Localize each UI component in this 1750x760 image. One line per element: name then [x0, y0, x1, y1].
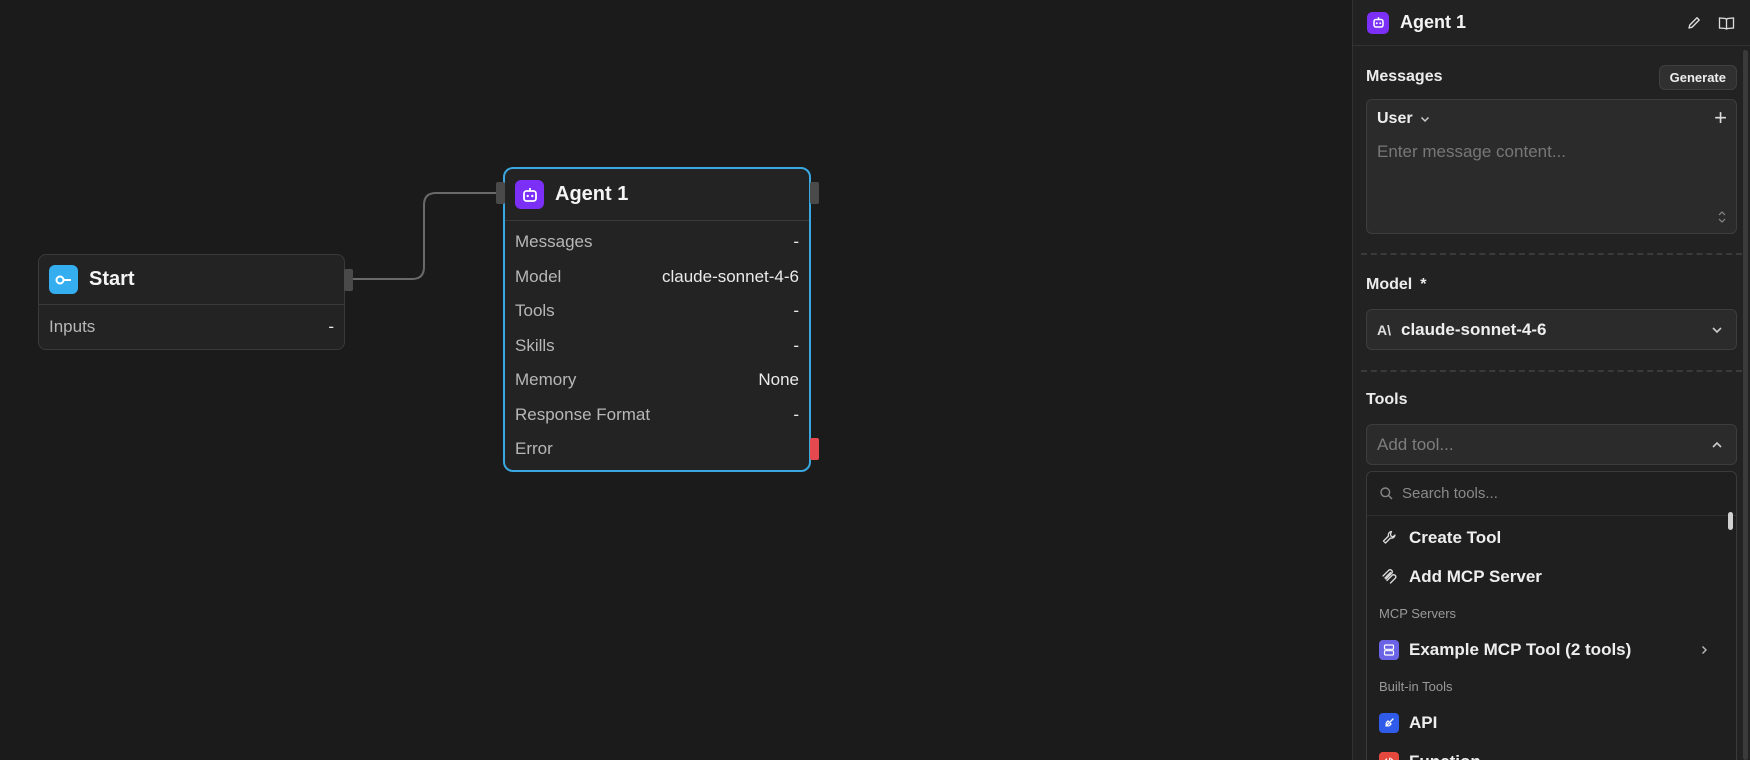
- pencil-icon[interactable]: [1684, 13, 1704, 33]
- anthropic-logo-icon: A\: [1377, 321, 1391, 338]
- model-label: Model: [1366, 276, 1413, 293]
- row-label: Response Format: [515, 404, 651, 424]
- add-tool-placeholder: Add tool...: [1377, 434, 1454, 454]
- tools-header: Tools: [1366, 386, 1737, 414]
- mcp-server-label: Example MCP Tool (2 tools): [1409, 639, 1632, 659]
- search-tools-input[interactable]: Search tools...: [1402, 485, 1498, 502]
- mcp-servers-group-label: MCP Servers: [1379, 605, 1457, 621]
- row-label: Tools: [515, 301, 555, 321]
- mcp-server-item[interactable]: Example MCP Tool (2 tools): [1367, 630, 1736, 669]
- row-label: Inputs: [49, 317, 96, 336]
- start-node-header: Start: [39, 255, 344, 305]
- row-value: -: [793, 404, 799, 424]
- messages-label: Messages: [1366, 68, 1443, 85]
- add-mcp-server-label: Add MCP Server: [1409, 566, 1542, 586]
- agent-node-header: Agent 1: [505, 169, 809, 221]
- model-header: Model *: [1366, 271, 1737, 299]
- edge-start-to-agent[interactable]: [352, 192, 496, 280]
- row-value: -: [793, 301, 799, 321]
- role-label: User: [1377, 110, 1413, 127]
- row-value: -: [793, 335, 799, 355]
- required-mark: *: [1420, 276, 1427, 293]
- row-value: claude-sonnet-4-6: [661, 266, 799, 286]
- agent-row-tools: Tools -: [505, 294, 809, 329]
- function-tool-item[interactable]: Function: [1367, 742, 1736, 760]
- generate-button[interactable]: Generate: [1658, 64, 1737, 90]
- chevron-down-icon: [1420, 116, 1429, 123]
- api-tool-label: API: [1409, 712, 1438, 732]
- code-icon: [1379, 751, 1399, 760]
- tools-label: Tools: [1366, 391, 1408, 408]
- model-value: claude-sonnet-4-6: [1401, 319, 1547, 339]
- chevron-right-icon: [1702, 646, 1707, 654]
- properties-panel: Agent 1 Messages Generate User + Enter m…: [1352, 0, 1750, 760]
- agent-row-skills: Skills -: [505, 329, 809, 364]
- create-tool-label: Create Tool: [1409, 527, 1502, 547]
- tools-dropdown: Search tools... Create Tool Add MCP Serv…: [1366, 471, 1737, 760]
- model-select[interactable]: A\ claude-sonnet-4-6: [1366, 309, 1737, 350]
- wrench-icon: [1379, 528, 1399, 548]
- panel-scrollbar[interactable]: [1743, 50, 1748, 760]
- create-tool-item[interactable]: Create Tool: [1367, 518, 1736, 557]
- chevron-down-icon: [1712, 327, 1722, 334]
- agent-error-handle[interactable]: [810, 438, 819, 460]
- panel-header: Agent 1: [1353, 0, 1750, 46]
- section-divider: [1361, 370, 1742, 372]
- add-message-icon[interactable]: +: [1714, 107, 1727, 129]
- workflow-canvas[interactable]: Start Inputs - Agent 1 Messages - Model cl…: [0, 0, 1352, 760]
- resize-handle-icon[interactable]: [1716, 209, 1728, 225]
- book-icon[interactable]: [1716, 13, 1736, 33]
- row-value: -: [328, 317, 334, 336]
- chevron-up-icon: [1712, 441, 1722, 448]
- start-output-handle[interactable]: [344, 269, 353, 291]
- section-divider: [1361, 253, 1742, 255]
- agent-row-model: Model claude-sonnet-4-6: [505, 260, 809, 295]
- start-key-icon: [49, 265, 78, 294]
- api-plug-icon: [1379, 712, 1399, 733]
- add-mcp-server-item[interactable]: Add MCP Server: [1367, 557, 1736, 596]
- robot-icon: [515, 180, 544, 209]
- function-tool-label: Function: [1409, 752, 1481, 760]
- row-label: Skills: [515, 335, 555, 355]
- agent-row-response-format: Response Format -: [505, 398, 809, 433]
- panel-title: Agent 1: [1400, 12, 1467, 32]
- builtin-tools-group-label: Built-in Tools: [1379, 678, 1453, 694]
- add-tool-select[interactable]: Add tool...: [1366, 424, 1737, 465]
- row-label: Memory: [515, 370, 577, 390]
- row-label: Model: [515, 266, 562, 286]
- search-icon: [1380, 487, 1393, 500]
- search-tools-field[interactable]: Search tools...: [1367, 472, 1736, 516]
- mcp-logo-icon: [1379, 567, 1399, 587]
- agent-node-title: Agent 1: [555, 183, 629, 205]
- message-editor[interactable]: User + Enter message content...: [1366, 99, 1737, 234]
- agent-input-handle[interactable]: [496, 182, 505, 204]
- agent-row-messages: Messages -: [505, 225, 809, 260]
- api-tool-item[interactable]: API: [1367, 703, 1736, 742]
- message-content-input[interactable]: Enter message content...: [1377, 142, 1726, 162]
- agent-output-handle[interactable]: [810, 182, 819, 204]
- agent-row-memory: Memory None: [505, 363, 809, 398]
- start-node-title: Start: [89, 268, 135, 290]
- row-label: Error: [515, 439, 553, 459]
- start-node[interactable]: Start Inputs -: [38, 254, 353, 350]
- row-value: None: [758, 370, 799, 390]
- server-icon: [1379, 639, 1399, 660]
- agent-node[interactable]: Agent 1 Messages - Model claude-sonnet-4-6…: [496, 167, 819, 472]
- row-value: -: [793, 232, 799, 252]
- row-label: Messages: [515, 232, 593, 252]
- agent-row-error: Error: [505, 432, 809, 467]
- messages-header: Messages Generate: [1366, 55, 1737, 99]
- start-node-row-inputs: Inputs -: [39, 305, 344, 349]
- robot-icon: [1367, 11, 1389, 34]
- role-selector[interactable]: User: [1377, 110, 1726, 128]
- dropdown-scrollbar[interactable]: [1728, 512, 1733, 530]
